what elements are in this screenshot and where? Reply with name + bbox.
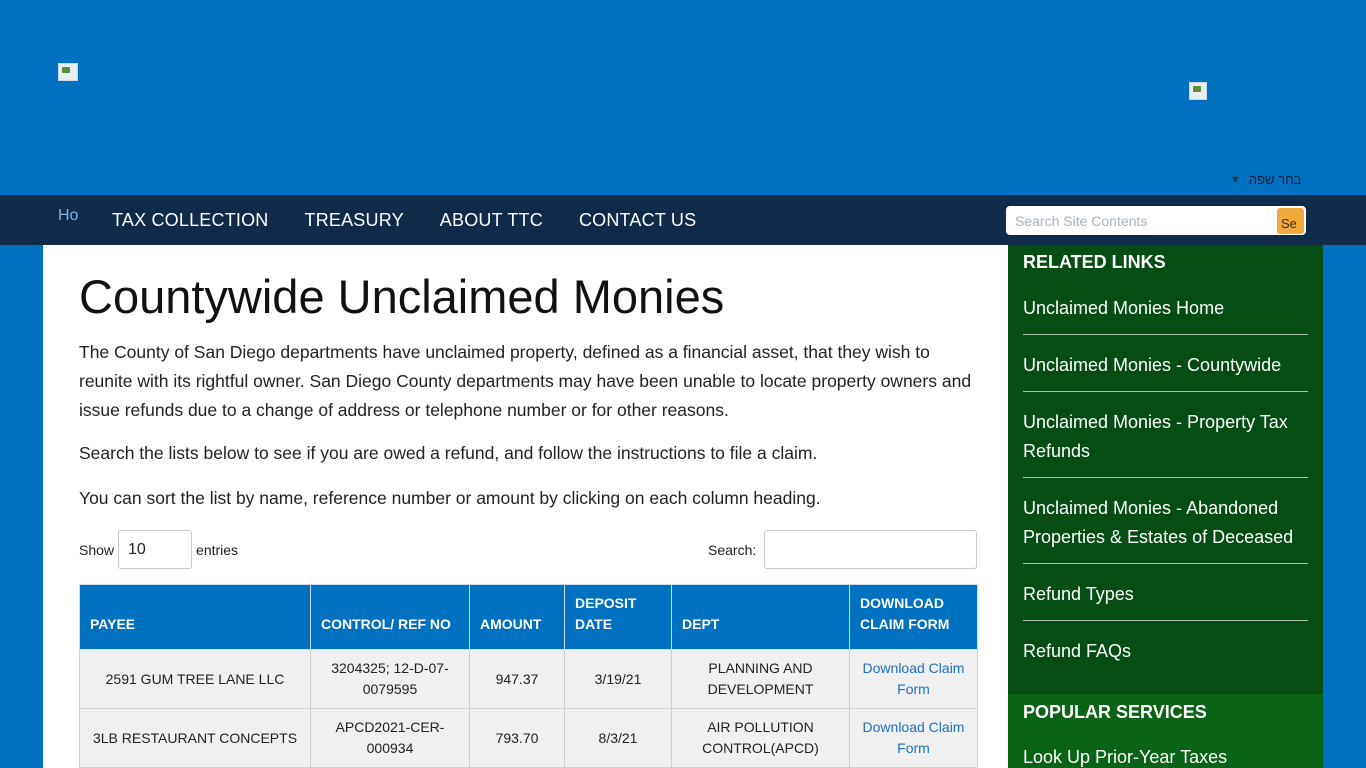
table-search-label: Search: bbox=[708, 541, 757, 558]
col-download-claim-form[interactable]: DOWNLOAD CLAIM FORM bbox=[849, 584, 978, 650]
download-claim-form-link[interactable]: Download Claim Form bbox=[863, 660, 965, 697]
cell-dept: PLANNING AND DEVELOPMENT bbox=[671, 649, 850, 709]
related-links-list: Unclaimed Monies Home Unclaimed Monies -… bbox=[1023, 290, 1308, 689]
cell-amount: 947.37 bbox=[469, 649, 565, 709]
col-amount[interactable]: AMOUNT bbox=[469, 584, 565, 650]
sort-paragraph: You can sort the list by name, reference… bbox=[79, 488, 821, 508]
cell-amount: 793.70 bbox=[469, 708, 565, 768]
entries-select[interactable]: 10 bbox=[118, 530, 193, 569]
table-search: Search: bbox=[708, 530, 978, 569]
cell-payee: 3LB RESTAURANT CONCEPTS bbox=[79, 708, 311, 768]
dropdown-triangle-icon: ▼ bbox=[1230, 173, 1241, 186]
show-label: Show bbox=[79, 541, 115, 558]
site-search-input[interactable] bbox=[1006, 206, 1271, 235]
popular-services-title: POPULAR SERVICES bbox=[1023, 702, 1207, 722]
site-search bbox=[1006, 206, 1306, 235]
table-search-input[interactable] bbox=[764, 530, 978, 569]
related-links-title: RELATED LINKS bbox=[1023, 252, 1166, 272]
nav-about-ttc[interactable]: ABOUT TTC bbox=[440, 208, 543, 232]
cell-deposit-date: 3/19/21 bbox=[564, 649, 672, 709]
language-label: בחר שפה bbox=[1248, 172, 1302, 187]
cell-dept: AIR POLLUTION CONTROL(APCD) bbox=[671, 708, 850, 768]
language-selector[interactable]: ▼ בחר שפה bbox=[1230, 172, 1301, 187]
ttc-seal-image[interactable] bbox=[1189, 82, 1207, 100]
entries-length-control: Show 10 entries bbox=[79, 530, 238, 569]
table-header-row: PAYEE CONTROL/ REF NO AMOUNT DEPOSIT DAT… bbox=[79, 584, 978, 650]
instructions-paragraph: Search the lists below to see if you are… bbox=[79, 443, 818, 463]
popular-item-prior-year-taxes[interactable]: Look Up Prior-Year Taxes bbox=[1023, 747, 1227, 768]
cell-deposit-date: 8/3/21 bbox=[564, 708, 672, 768]
sidebar-item-countywide[interactable]: Unclaimed Monies - Countywide bbox=[1023, 347, 1308, 392]
unclaimed-monies-table: PAYEE CONTROL/ REF NO AMOUNT DEPOSIT DAT… bbox=[79, 584, 978, 768]
popular-services-panel: POPULAR SERVICES Look Up Prior-Year Taxe… bbox=[1008, 694, 1323, 768]
site-search-button[interactable]: Se bbox=[1277, 208, 1304, 234]
sidebar-item-abandoned-properties[interactable]: Unclaimed Monies - Abandoned Properties … bbox=[1023, 490, 1308, 564]
cell-ref-no: 3204325; 12-D-07-0079595 bbox=[310, 649, 470, 709]
col-control-ref-no[interactable]: CONTROL/ REF NO bbox=[310, 584, 470, 650]
nav-menu: TAX COLLECTION TREASURY ABOUT TTC CONTAC… bbox=[112, 208, 696, 232]
county-logo-image[interactable] bbox=[58, 63, 78, 81]
nav-contact-us[interactable]: CONTACT US bbox=[579, 208, 696, 232]
cell-ref-no: APCD2021-CER-000934 bbox=[310, 708, 470, 768]
search-icon: Se bbox=[1281, 216, 1297, 231]
sidebar-item-property-tax-refunds[interactable]: Unclaimed Monies - Property Tax Refunds bbox=[1023, 404, 1308, 478]
sidebar-item-refund-types[interactable]: Refund Types bbox=[1023, 576, 1308, 621]
table-row: 2591 GUM TREE LANE LLC 3204325; 12-D-07-… bbox=[79, 649, 978, 709]
table-row: 3LB RESTAURANT CONCEPTS APCD2021-CER-000… bbox=[79, 708, 978, 768]
page-title: Countywide Unclaimed Monies bbox=[79, 270, 725, 323]
col-deposit-date[interactable]: DEPOSIT DATE bbox=[564, 584, 672, 650]
home-icon[interactable]: Ho bbox=[58, 207, 82, 243]
cell-download: Download Claim Form bbox=[849, 649, 978, 709]
site-header bbox=[0, 0, 1366, 195]
entries-label: entries bbox=[196, 541, 239, 558]
col-dept[interactable]: DEPT bbox=[671, 584, 850, 650]
nav-tax-collection[interactable]: TAX COLLECTION bbox=[112, 208, 269, 232]
sidebar-item-refund-faqs[interactable]: Refund FAQs bbox=[1023, 633, 1308, 677]
sidebar-item-unclaimed-home[interactable]: Unclaimed Monies Home bbox=[1023, 290, 1308, 335]
download-claim-form-link[interactable]: Download Claim Form bbox=[863, 719, 965, 756]
cell-payee: 2591 GUM TREE LANE LLC bbox=[79, 649, 311, 709]
intro-paragraph: The County of San Diego departments have… bbox=[79, 342, 972, 420]
col-payee[interactable]: PAYEE bbox=[79, 584, 311, 650]
nav-treasury[interactable]: TREASURY bbox=[305, 208, 404, 232]
cell-download: Download Claim Form bbox=[849, 708, 978, 768]
